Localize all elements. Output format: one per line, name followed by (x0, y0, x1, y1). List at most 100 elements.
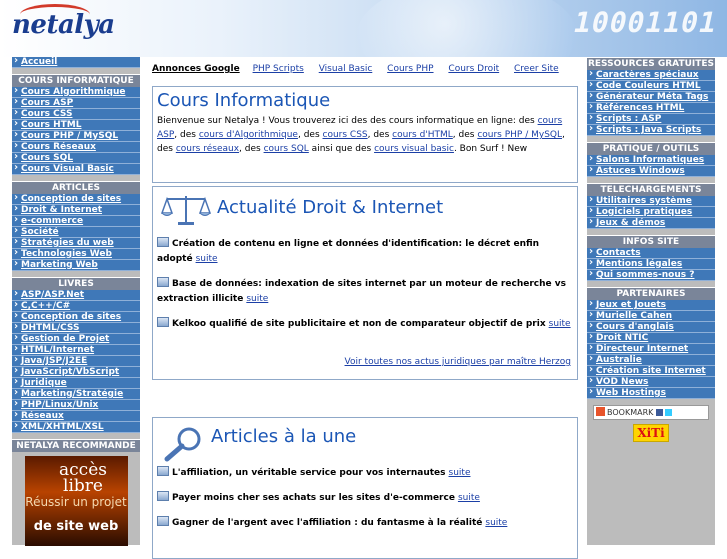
articles-header: Articles à la une (161, 424, 561, 464)
nav-utilitaires[interactable]: Utilitaires système (587, 196, 715, 207)
nav-salons[interactable]: Salons Informatiques (587, 155, 715, 166)
nav-art-ecommerce[interactable]: e-commerce (12, 216, 140, 227)
nav-cours-asp[interactable]: Cours ASP (12, 98, 140, 109)
nav-art-technologies[interactable]: Technologies Web (12, 249, 140, 260)
bookmark-button[interactable]: BOOKMARK (593, 405, 709, 420)
partner-link[interactable]: Cours d'anglais (587, 322, 715, 333)
nav-livre-conception[interactable]: Conception de sites (12, 312, 140, 323)
twitter-icon (665, 409, 673, 416)
nav-livre-marketing[interactable]: Marketing/Stratégie (12, 389, 140, 400)
nav-references[interactable]: Références HTML (587, 103, 715, 114)
nav-livre-asp[interactable]: ASP/ASP.Net (12, 290, 140, 301)
article-item: L'affiliation, un véritable service pour… (157, 466, 571, 481)
nav-qui[interactable]: Qui sommes-nous ? (587, 270, 715, 281)
site-header: netalya 10001101 (0, 0, 727, 57)
nav-scripts-asp[interactable]: Scripts : ASP (587, 114, 715, 125)
link-cours-html[interactable]: cours d'HTML (392, 130, 453, 140)
article-suite-link[interactable]: suite (458, 493, 480, 503)
nav-astuces[interactable]: Astuces Windows (587, 166, 715, 177)
nav-cours-css[interactable]: Cours CSS (12, 109, 140, 120)
nav-cours-html[interactable]: Cours HTML (12, 120, 140, 131)
section-title-cours: COURS INFORMATIQUE (12, 74, 140, 87)
partner-link[interactable]: Web Hostings (587, 388, 715, 399)
news-item: Kelkoo qualifié de site publicitaire et … (157, 317, 571, 332)
partner-link[interactable]: Jeux et Jouets (587, 300, 715, 311)
ad-link-php-scripts[interactable]: PHP Scripts (253, 64, 304, 74)
nav-jeux[interactable]: Jeux & démos (587, 218, 715, 229)
folder-icon (157, 277, 169, 287)
header-globe-graphic (357, 0, 577, 57)
folder-icon (157, 516, 169, 526)
nav-livre-xml[interactable]: XML/XHTML/XSL (12, 422, 140, 433)
nav-contacts[interactable]: Contacts (587, 248, 715, 259)
nav-cours-php[interactable]: Cours PHP / MySQL (12, 131, 140, 142)
all-legal-news-link[interactable]: Voir toutes nos actus juridiques par maî… (345, 357, 571, 367)
news-item: Base de données: indexation de sites int… (157, 277, 566, 304)
section-title-articles: ARTICLES (12, 181, 140, 194)
banner-line-1: accès libre (59, 460, 107, 496)
nav-livre-juridique[interactable]: Juridique (12, 378, 140, 389)
nav-logiciels[interactable]: Logiciels pratiques (587, 207, 715, 218)
article-suite-link[interactable]: suite (485, 518, 507, 528)
nav-cours-algorithmique[interactable]: Cours Algorithmique (12, 87, 140, 98)
link-cours-vb[interactable]: cours visual basic (374, 144, 454, 154)
nav-art-droit[interactable]: Droit & Internet (12, 205, 140, 216)
ads-title[interactable]: Annonces Google (152, 64, 240, 74)
article-item: Gagner de l'argent avec l'affiliation : … (157, 516, 571, 531)
ad-link-cours-droit[interactable]: Cours Droit (448, 64, 499, 74)
link-cours-php[interactable]: cours PHP / MySQL (477, 130, 562, 140)
ad-link-cours-php[interactable]: Cours PHP (387, 64, 433, 74)
news-suite-link[interactable]: suite (196, 254, 218, 264)
news-suite-link[interactable]: suite (549, 319, 571, 329)
nav-livre-reseaux[interactable]: Réseaux (12, 411, 140, 422)
ad-link-visual-basic[interactable]: Visual Basic (319, 64, 373, 74)
news-suite-link[interactable]: suite (246, 294, 268, 304)
droit-title: Actualité Droit & Internet (217, 197, 444, 218)
nav-livre-php[interactable]: PHP/Linux/Unix (12, 400, 140, 411)
nav-art-conception[interactable]: Conception de sites (12, 194, 140, 205)
xiti-badge[interactable]: XiTi (633, 424, 669, 442)
nav-couleurs[interactable]: Code Couleurs HTML (587, 81, 715, 92)
nav-livre-html[interactable]: HTML/Internet (12, 345, 140, 356)
nav-caracteres[interactable]: Caractères spéciaux (587, 70, 715, 81)
nav-cours-reseaux[interactable]: Cours Réseaux (12, 142, 140, 153)
ad-link-creer-site[interactable]: Creer Site (514, 64, 559, 74)
left-sidebar: Accueil COURS INFORMATIQUE Cours Algorit… (12, 57, 140, 546)
nav-livre-c[interactable]: C,C++/C# (12, 301, 140, 312)
nav-livre-javascript[interactable]: JavaScript/VbScript (12, 367, 140, 378)
banner-line-2: Réussir un projet (25, 495, 127, 509)
folder-icon (157, 466, 169, 476)
section-title-recommande: NETALYA RECOMMANDE (12, 439, 140, 452)
section-title-telechargements: TELECHARGEMENTS (587, 183, 715, 196)
link-cours-sql[interactable]: cours SQL (264, 144, 309, 154)
nav-home[interactable]: Accueil (12, 57, 140, 68)
link-cours-algo[interactable]: cours d'Algorithmique (199, 130, 298, 140)
partner-link[interactable]: Australie (587, 355, 715, 366)
nav-scripts-js[interactable]: Scripts : Java Scripts (587, 125, 715, 136)
nav-cours-sql[interactable]: Cours SQL (12, 153, 140, 164)
nav-livre-gestion[interactable]: Gestion de Projet (12, 334, 140, 345)
nav-art-strategies[interactable]: Stratégies du web (12, 238, 140, 249)
partner-link[interactable]: Création site Internet (587, 366, 715, 377)
link-cours-css[interactable]: cours CSS (323, 130, 368, 140)
site-logo[interactable]: netalya (12, 10, 115, 40)
partner-link[interactable]: Droit NTIC (587, 333, 715, 344)
folder-icon (157, 491, 169, 501)
scales-icon (161, 196, 211, 225)
nav-art-marketing[interactable]: Marketing Web (12, 260, 140, 271)
section-title-ressources: RESSOURCES GRATUITES (587, 57, 715, 70)
nav-mentions[interactable]: Mentions légales (587, 259, 715, 270)
nav-livre-dhtml[interactable]: DHTML/CSS (12, 323, 140, 334)
nav-art-societe[interactable]: Société (12, 227, 140, 238)
intro-text: Bienvenue sur Netalya ! Vous trouverez i… (157, 116, 565, 154)
partner-link[interactable]: VOD News (587, 377, 715, 388)
partner-link[interactable]: Murielle Cahen (587, 311, 715, 322)
article-suite-link[interactable]: suite (449, 468, 471, 478)
partner-link[interactable]: Directeur Internet (587, 344, 715, 355)
link-cours-reseaux[interactable]: cours réseaux (176, 144, 239, 154)
right-sidebar: RESSOURCES GRATUITES Caractères spéciaux… (587, 57, 715, 545)
nav-cours-vb[interactable]: Cours Visual Basic (12, 164, 140, 175)
nav-livre-java[interactable]: Java/JSP/J2EE (12, 356, 140, 367)
acces-libre-banner[interactable]: accès libre Réussir un projet de site we… (24, 456, 128, 546)
nav-meta[interactable]: Générateur Méta Tags (587, 92, 715, 103)
